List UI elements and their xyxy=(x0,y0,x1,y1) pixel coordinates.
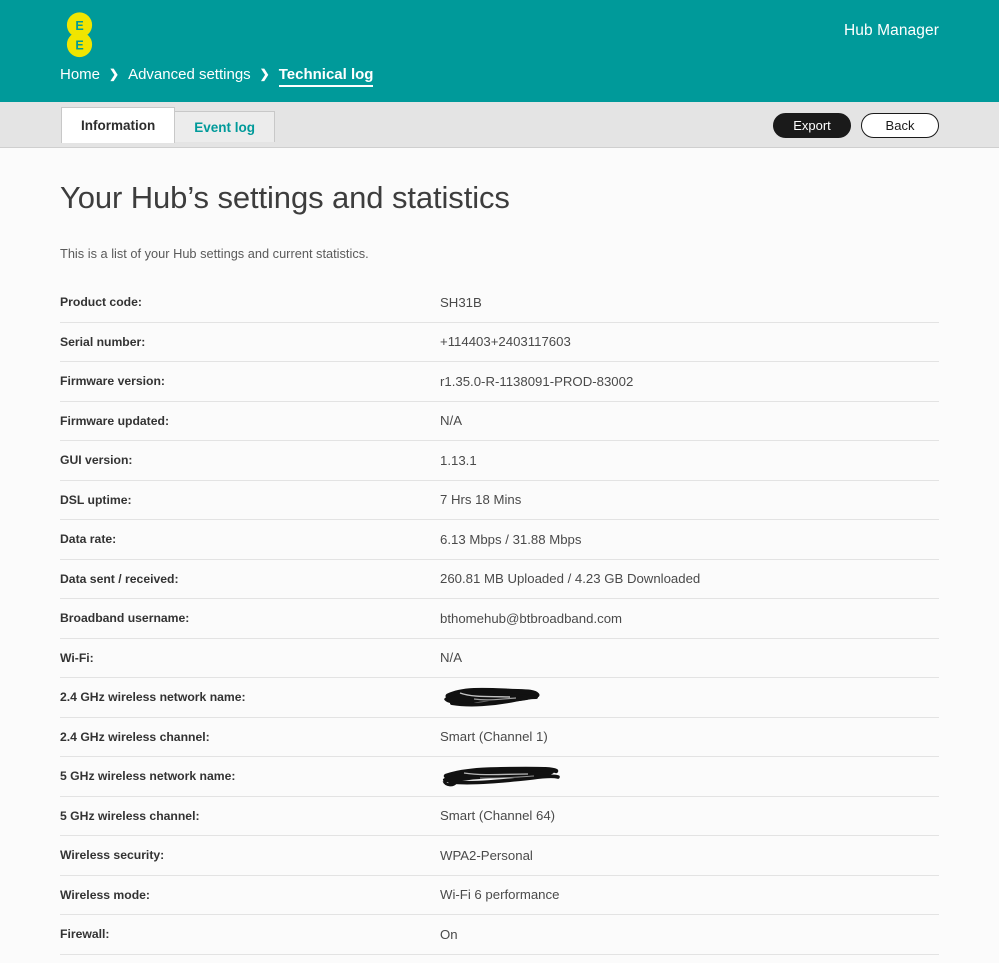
breadcrumb: Home ❯ Advanced settings ❯ Technical log xyxy=(60,66,374,87)
setting-label: Data rate: xyxy=(60,532,117,547)
page-title: Your Hub’s settings and statistics xyxy=(60,180,510,215)
breadcrumb-item-technical-log: Technical log xyxy=(278,66,374,87)
setting-label: Firewall: xyxy=(60,927,110,942)
breadcrumb-separator-icon: ❯ xyxy=(259,67,270,81)
table-row: DSL uptime: 7 Hrs 18 Mins xyxy=(60,481,939,520)
toolbar: Information Event log Export Back xyxy=(0,102,999,148)
settings-table: Product code: SH31B Serial number: +114403+… xyxy=(60,283,939,955)
breadcrumb-item-advanced-settings[interactable]: Advanced settings xyxy=(128,66,251,83)
table-row: GUI version: 1.13.1 xyxy=(60,441,939,481)
tab-information[interactable]: Information xyxy=(61,107,176,143)
table-row: Wireless mode: Wi-Fi 6 performance xyxy=(60,876,939,915)
table-row: Data sent / received: 260.81 MB Uploaded … xyxy=(60,560,939,599)
setting-label: Product code: xyxy=(60,295,142,310)
table-row: Data rate: 6.13 Mbps / 31.88 Mbps xyxy=(60,520,939,560)
setting-label: 5 GHz wireless channel: xyxy=(60,808,200,823)
tab-event-log[interactable]: Event log xyxy=(174,111,276,142)
setting-value: bthomehub@btbroadband.com xyxy=(440,610,623,626)
setting-label: Broadband username: xyxy=(60,611,190,626)
tab-bar: Information Event log xyxy=(61,107,276,143)
page-header: E E Hub Manager Home ❯ Advanced settings… xyxy=(0,0,999,102)
setting-value: Wi-Fi 6 performance xyxy=(440,887,560,903)
table-row: 5 GHz wireless channel: Smart (Channel 64… xyxy=(60,797,939,836)
redacted-value-scribble xyxy=(440,684,540,710)
setting-value: 1.13.1 xyxy=(440,452,477,468)
table-row: 2.4 GHz wireless channel: Smart (Channel … xyxy=(60,718,939,757)
back-button[interactable]: Back xyxy=(861,113,939,138)
table-row: Product code: SH31B xyxy=(60,283,939,323)
app-title: Hub Manager xyxy=(843,22,939,39)
breadcrumb-separator-icon: ❯ xyxy=(109,67,120,81)
setting-value: N/A xyxy=(440,650,462,666)
setting-label: Serial number: xyxy=(60,334,146,349)
table-row: Wi-Fi: N/A xyxy=(60,639,939,678)
setting-label: 2.4 GHz wireless channel: xyxy=(60,729,210,744)
setting-label: Firmware updated: xyxy=(60,413,170,428)
table-row: Wireless security: WPA2-Personal xyxy=(60,836,939,876)
table-row: Broadband username: bthomehub@btbroadband… xyxy=(60,599,939,639)
setting-label: Wireless mode: xyxy=(60,887,150,902)
redacted-value-scribble xyxy=(440,763,560,789)
svg-text:E: E xyxy=(75,19,83,33)
setting-value: On xyxy=(440,926,458,942)
table-row: 2.4 GHz wireless network name: xyxy=(60,678,939,718)
setting-value: r1.35.0-R-1138091-PROD-83002 xyxy=(440,373,634,389)
table-row: Firmware version: r1.35.0-R-1138091-PROD-… xyxy=(60,362,939,402)
table-row: 5 GHz wireless network name: xyxy=(60,757,939,797)
ee-logo: E E xyxy=(64,12,95,58)
setting-label: 5 GHz wireless network name: xyxy=(60,769,236,784)
setting-value: 260.81 MB Uploaded / 4.23 GB Downloaded xyxy=(440,571,701,587)
setting-label: DSL uptime: xyxy=(60,492,132,507)
setting-label: Firmware version: xyxy=(60,374,165,389)
setting-label: Wireless security: xyxy=(60,848,165,863)
breadcrumb-item-home[interactable]: Home xyxy=(60,66,100,83)
setting-value: N/A xyxy=(440,413,462,429)
table-row: Serial number: +114403+2403117603 xyxy=(60,323,939,362)
setting-label: Wi-Fi: xyxy=(60,650,94,665)
setting-label: 2.4 GHz wireless network name: xyxy=(60,690,246,705)
table-row: Firmware updated: N/A xyxy=(60,402,939,441)
setting-value: 6.13 Mbps / 31.88 Mbps xyxy=(440,531,582,547)
setting-value: +114403+2403117603 xyxy=(440,334,571,350)
setting-value: WPA2-Personal xyxy=(440,847,533,863)
setting-value: Smart (Channel 1) xyxy=(440,729,548,745)
main-content: Your Hub’s settings and statistics This … xyxy=(0,180,999,955)
setting-value: Smart (Channel 64) xyxy=(440,808,556,824)
export-button[interactable]: Export xyxy=(773,113,851,138)
setting-label: GUI version: xyxy=(60,453,133,468)
table-row: Firewall: On xyxy=(60,915,939,955)
setting-value: SH31B xyxy=(440,294,482,310)
setting-label: Data sent / received: xyxy=(60,571,179,586)
toolbar-actions: Export Back xyxy=(773,113,939,138)
svg-text:E: E xyxy=(75,39,83,53)
page-intro-text: This is a list of your Hub settings and … xyxy=(60,246,369,261)
setting-value: 7 Hrs 18 Mins xyxy=(440,492,522,508)
